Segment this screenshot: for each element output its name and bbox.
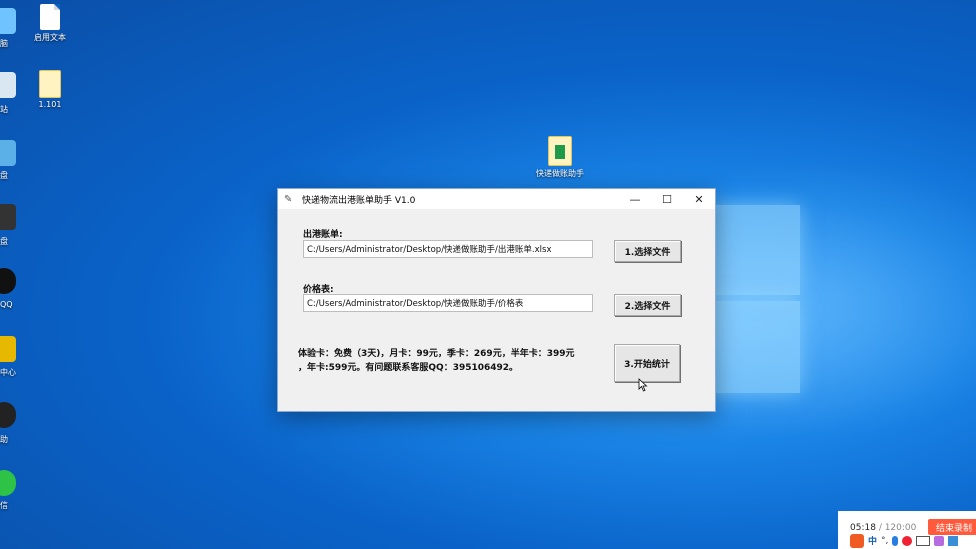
price-path-input[interactable] <box>303 294 593 312</box>
left-label-3: 盘 <box>0 171 8 180</box>
skin-icon[interactable] <box>934 535 945 546</box>
microphone-icon[interactable] <box>892 535 899 546</box>
recycle-bin-icon[interactable] <box>0 72 16 98</box>
desktop-icon-label: 快递做账助手 <box>536 169 584 178</box>
pricing-info: 体验卡：免费（3天)，月卡：99元，季卡：269元，半年卡：399元 ，年卡:5… <box>298 347 598 375</box>
desktop-icon-1101[interactable]: 1.101 <box>20 70 80 109</box>
left-label-4: 盘 <box>0 237 8 246</box>
mouse-cursor-icon <box>638 378 648 392</box>
folder-file-icon <box>548 136 572 166</box>
select-file-button-1[interactable]: 1.选择文件 <box>614 240 681 262</box>
left-label-5: QQ <box>0 300 13 309</box>
keyboard-icon[interactable] <box>916 535 931 546</box>
ime-language[interactable]: 中 <box>868 534 877 547</box>
desktop-icon-text-file[interactable]: 启用文本 <box>20 4 80 43</box>
bill-label: 出港账单: <box>303 230 343 240</box>
maximize-button[interactable]: ☐ <box>651 189 683 209</box>
desktop-icon-label: 启用文本 <box>34 33 66 42</box>
control-panel-icon[interactable] <box>0 140 16 166</box>
game-icon[interactable] <box>0 204 16 230</box>
minimize-button[interactable]: — <box>619 189 651 209</box>
blank-document-icon <box>40 4 60 30</box>
qq-icon[interactable] <box>0 268 16 294</box>
pricing-info-line-1: 体验卡：免费（3天)，月卡：99元，季卡：269元，半年卡：399元 <box>298 349 575 359</box>
close-button[interactable]: ✕ <box>683 189 715 209</box>
select-file-button-2[interactable]: 2.选择文件 <box>614 294 681 316</box>
title-bar[interactable]: ✎ 快递物流出港账单助手 V1.0 — ☐ ✕ <box>278 189 715 209</box>
ime-punctuation[interactable]: °, <box>881 536 888 546</box>
ime-toolbar: 中 °, <box>850 532 976 549</box>
left-label-7: 助 <box>0 435 8 444</box>
left-label-2: 站 <box>0 105 8 114</box>
bill-path-input[interactable] <box>303 240 593 258</box>
folder-file-icon <box>39 70 61 98</box>
desktop-icon-express-helper[interactable]: 快递做账助手 <box>528 136 592 179</box>
wechat-icon[interactable] <box>0 470 16 496</box>
assistant-icon[interactable] <box>0 402 16 428</box>
sogou-icon[interactable] <box>850 533 864 548</box>
computer-icon[interactable] <box>0 8 16 34</box>
window-title: 快递物流出港账单助手 V1.0 <box>302 195 416 206</box>
left-label-8: 信 <box>0 501 8 510</box>
left-label-1: 脑 <box>0 39 8 48</box>
pricing-info-line-2: ，年卡:599元。有问题联系客服QQ：395106492。 <box>298 363 519 373</box>
security-center-icon[interactable] <box>0 336 16 362</box>
start-count-button[interactable]: 3.开始统计 <box>614 344 680 382</box>
left-label-6: 中心 <box>0 368 16 377</box>
toolbox-icon[interactable] <box>948 535 959 546</box>
feather-icon: ✎ <box>284 193 293 205</box>
desktop-icon-label: 1.101 <box>38 100 62 109</box>
emoji-icon[interactable] <box>902 535 913 546</box>
app-window: ✎ 快递物流出港账单助手 V1.0 — ☐ ✕ 出港账单: 1.选择文件 价格表… <box>277 188 716 412</box>
